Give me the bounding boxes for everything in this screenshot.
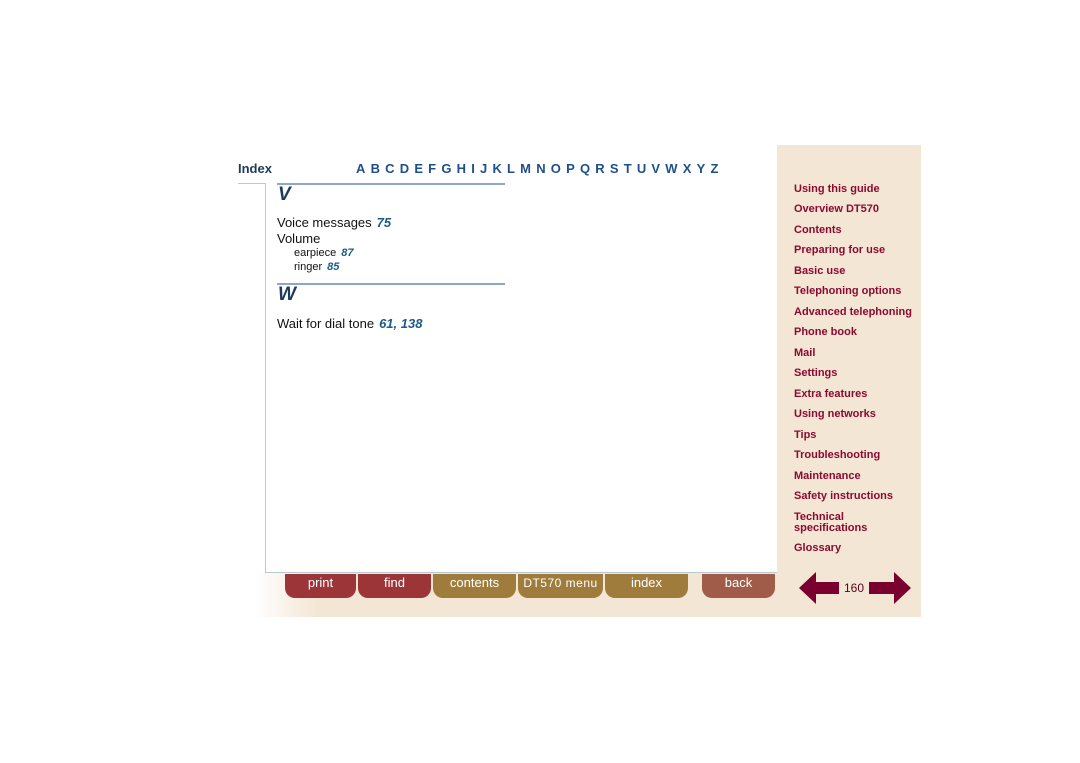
letter-link-y[interactable]: Y xyxy=(697,161,706,176)
entry-text: Voice messages xyxy=(277,215,372,230)
nav-item[interactable]: Using this guide xyxy=(794,184,914,195)
entry-text: earpiece xyxy=(294,247,337,259)
nav-item[interactable]: Technical specifications xyxy=(794,512,874,534)
index-entry[interactable]: Voice messages 75 xyxy=(277,215,391,230)
nav-item[interactable]: Overview DT570 xyxy=(794,204,914,215)
index-entry[interactable]: Wait for dial tone 61, 138 xyxy=(277,316,422,331)
prev-page-arrow-icon[interactable] xyxy=(799,572,839,604)
section-letter: W xyxy=(278,284,296,305)
nav-item[interactable]: Basic use xyxy=(794,266,914,277)
letter-link-n[interactable]: N xyxy=(536,161,545,176)
content-panel xyxy=(265,183,777,573)
nav-item[interactable]: Maintenance xyxy=(794,471,914,482)
index-button[interactable]: index xyxy=(605,574,688,598)
letter-link-f[interactable]: F xyxy=(428,161,436,176)
letter-link-e[interactable]: E xyxy=(414,161,423,176)
letter-link-p[interactable]: P xyxy=(566,161,575,176)
divider xyxy=(238,183,265,184)
alphabet-nav: ABCDEFGHIJKLMNOPQRSTUVWXYZ xyxy=(356,161,724,176)
letter-link-z[interactable]: Z xyxy=(710,161,718,176)
entry-text: Volume xyxy=(277,231,321,246)
find-button[interactable]: find xyxy=(358,574,431,598)
letter-link-h[interactable]: H xyxy=(457,161,466,176)
entry-text: ringer xyxy=(294,261,323,273)
letter-link-q[interactable]: Q xyxy=(580,161,590,176)
nav-item[interactable]: Settings xyxy=(794,368,914,379)
section-rule xyxy=(277,283,505,285)
section-letter: V xyxy=(278,184,291,205)
index-entry: Volume xyxy=(277,231,320,246)
nav-item[interactable]: Glossary xyxy=(794,543,914,554)
nav-item[interactable]: Extra features xyxy=(794,389,914,400)
back-button[interactable]: back xyxy=(702,574,775,598)
letter-link-o[interactable]: O xyxy=(551,161,561,176)
page-link[interactable]: 75 xyxy=(377,215,391,230)
letter-link-k[interactable]: K xyxy=(492,161,501,176)
nav-item[interactable]: Troubleshooting xyxy=(794,450,914,461)
page-number: 160 xyxy=(843,581,865,595)
page-link[interactable]: 87 xyxy=(341,247,353,259)
letter-link-v[interactable]: V xyxy=(651,161,660,176)
letter-link-j[interactable]: J xyxy=(480,161,487,176)
nav-item[interactable]: Safety instructions xyxy=(794,491,914,502)
letter-link-l[interactable]: L xyxy=(507,161,515,176)
letter-link-c[interactable]: C xyxy=(385,161,394,176)
section-rule xyxy=(277,183,505,185)
menu-button[interactable]: DT570 menu xyxy=(518,574,603,598)
entry-text: Wait for dial tone xyxy=(277,316,375,331)
print-button[interactable]: print xyxy=(285,574,356,598)
next-page-arrow-icon[interactable] xyxy=(869,572,911,604)
page-link[interactable]: 61, 138 xyxy=(379,316,422,331)
letter-link-a[interactable]: A xyxy=(356,161,365,176)
nav-item[interactable]: Using networks xyxy=(794,409,914,420)
letter-link-g[interactable]: G xyxy=(441,161,451,176)
letter-link-s[interactable]: S xyxy=(610,161,619,176)
letter-link-i[interactable]: I xyxy=(471,161,475,176)
letter-link-b[interactable]: B xyxy=(371,161,380,176)
letter-link-u[interactable]: U xyxy=(637,161,646,176)
nav-item[interactable]: Preparing for use xyxy=(794,245,914,256)
letter-link-t[interactable]: T xyxy=(624,161,632,176)
nav-item[interactable]: Tips xyxy=(794,430,914,441)
letter-link-m[interactable]: M xyxy=(520,161,531,176)
nav-item[interactable]: Telephoning options xyxy=(794,286,914,297)
letter-link-d[interactable]: D xyxy=(400,161,409,176)
letter-link-w[interactable]: W xyxy=(665,161,677,176)
index-subentry[interactable]: ringer 85 xyxy=(294,261,339,273)
nav-item[interactable]: Mail xyxy=(794,348,914,359)
nav-item[interactable]: Phone book xyxy=(794,327,914,338)
nav-item[interactable]: Advanced telephoning xyxy=(794,307,914,318)
letter-link-x[interactable]: X xyxy=(683,161,692,176)
contents-button[interactable]: contents xyxy=(433,574,516,598)
page-title: Index xyxy=(238,161,272,176)
index-subentry[interactable]: earpiece 87 xyxy=(294,247,353,259)
nav-item[interactable]: Contents xyxy=(794,225,914,236)
page-link[interactable]: 85 xyxy=(327,261,339,273)
letter-link-r[interactable]: R xyxy=(595,161,604,176)
